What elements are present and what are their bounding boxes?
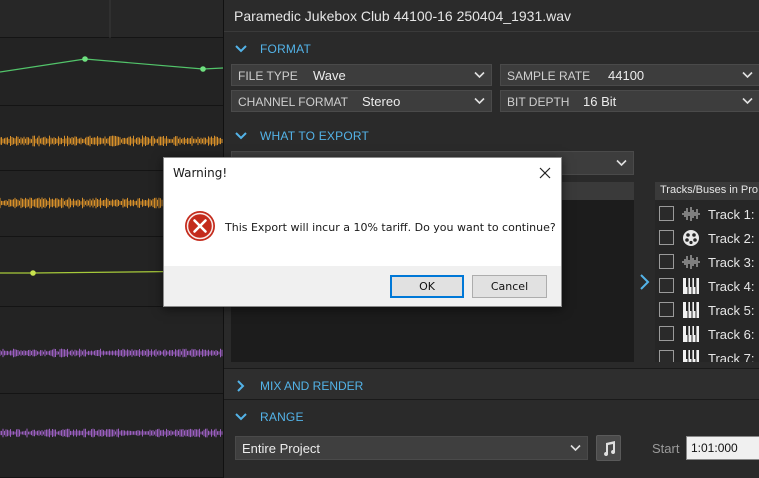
chevron-down-icon	[742, 97, 753, 105]
piano-icon	[683, 350, 699, 362]
chevron-right-icon	[237, 380, 245, 392]
audio-waveform	[0, 348, 223, 358]
track-name: Track 2:	[708, 231, 755, 246]
chevron-down-icon	[474, 97, 485, 105]
section-mix-and-render-header[interactable]: MIX AND RENDER	[224, 368, 759, 400]
filename-text: Paramedic Jukebox Club 44100-16 250404_1…	[234, 8, 572, 24]
chevron-right-icon[interactable]	[639, 273, 651, 291]
section-label: RANGE	[260, 410, 304, 424]
file-type-select[interactable]: FILE TYPE Wave	[231, 64, 492, 86]
section-range-header[interactable]: RANGE	[224, 403, 759, 431]
filename-field[interactable]: Paramedic Jukebox Club 44100-16 250404_1…	[224, 0, 759, 32]
field-value: Entire Project	[242, 441, 321, 456]
audio-waveform	[0, 428, 223, 438]
channel-format-select[interactable]: CHANNEL FORMAT Stereo	[231, 90, 492, 112]
field-value: 44100	[608, 68, 645, 83]
field-label: SAMPLE RATE	[507, 69, 591, 83]
track-row[interactable]: Track 4:	[655, 274, 759, 298]
music-note-button[interactable]	[596, 435, 621, 461]
track-checkbox[interactable]	[659, 302, 674, 317]
track-row[interactable]: Track 5:	[655, 298, 759, 322]
track-name: Track 6:	[708, 327, 755, 342]
audio-waveform	[0, 135, 223, 147]
track-checkbox[interactable]	[659, 254, 674, 269]
range-select[interactable]: Entire Project	[235, 436, 588, 460]
music-note-icon	[604, 441, 616, 456]
section-what-to-export-header[interactable]: WHAT TO EXPORT	[224, 122, 759, 150]
start-label: Start	[652, 441, 680, 456]
field-value: Wave	[313, 68, 346, 83]
track-name: Track 7:	[708, 351, 755, 362]
track-checkbox[interactable]	[659, 278, 674, 293]
track-name: Track 1:	[708, 207, 755, 222]
section-format-header[interactable]: FORMAT	[224, 35, 759, 63]
field-label: FILE TYPE	[238, 69, 298, 83]
start-time-input[interactable]: 1:01:000	[686, 436, 759, 460]
dialog-message: This Export will incur a 10% tariff. Do …	[225, 221, 556, 234]
track-row[interactable]: Track 6:	[655, 322, 759, 346]
error-icon	[185, 211, 215, 241]
piano-icon	[683, 302, 699, 318]
bit-depth-select[interactable]: BIT DEPTH 16 Bit	[500, 90, 759, 112]
dialog-titlebar[interactable]: Warning!	[164, 158, 561, 188]
track-row[interactable]: Track 3:	[655, 250, 759, 274]
chevron-down-icon	[742, 71, 753, 79]
field-value: Stereo	[362, 94, 401, 109]
chevron-down-icon	[235, 132, 247, 140]
close-icon[interactable]	[535, 163, 555, 183]
track-checkbox[interactable]	[659, 350, 674, 362]
track-row[interactable]: Track 7:	[655, 346, 759, 362]
field-label: CHANNEL FORMAT	[238, 95, 349, 109]
track-name: Track 5:	[708, 303, 755, 318]
sample-rate-select[interactable]: SAMPLE RATE 44100	[500, 64, 759, 86]
dialog-body: This Export will incur a 10% tariff. Do …	[164, 188, 561, 266]
field-value: 16 Bit	[583, 94, 617, 109]
drum-icon	[683, 230, 699, 246]
track-checkbox[interactable]	[659, 230, 674, 245]
field-label: BIT DEPTH	[507, 95, 570, 109]
piano-icon	[683, 326, 699, 342]
chevron-down-icon	[616, 159, 627, 167]
piano-icon	[683, 278, 699, 294]
warning-dialog: Warning! This Export will incur a 10% ta…	[163, 157, 562, 307]
chevron-down-icon	[474, 71, 485, 79]
cancel-button[interactable]: Cancel	[472, 275, 547, 298]
chevron-down-icon	[570, 444, 581, 452]
track-checkbox[interactable]	[659, 206, 674, 221]
tracks-list-header: Tracks/Buses in Pro	[655, 182, 759, 200]
track-row[interactable]: Track 1:	[655, 202, 759, 226]
ok-button[interactable]: OK	[390, 275, 464, 298]
section-label: MIX AND RENDER	[260, 379, 364, 393]
chevron-down-icon	[235, 413, 247, 421]
tracks-list[interactable]: Track 1: Track 2: Track 3: Track 4: Track 5:…	[655, 200, 759, 362]
track-name: Track 4:	[708, 279, 755, 294]
track-row[interactable]: Track 2:	[655, 226, 759, 250]
waveform-icon	[682, 255, 700, 269]
dialog-title: Warning!	[173, 166, 228, 180]
section-label: FORMAT	[260, 42, 311, 56]
waveform-icon	[682, 207, 700, 221]
chevron-down-icon	[235, 45, 247, 53]
track-name: Track 3:	[708, 255, 755, 270]
section-label: WHAT TO EXPORT	[260, 129, 370, 143]
track-checkbox[interactable]	[659, 326, 674, 341]
